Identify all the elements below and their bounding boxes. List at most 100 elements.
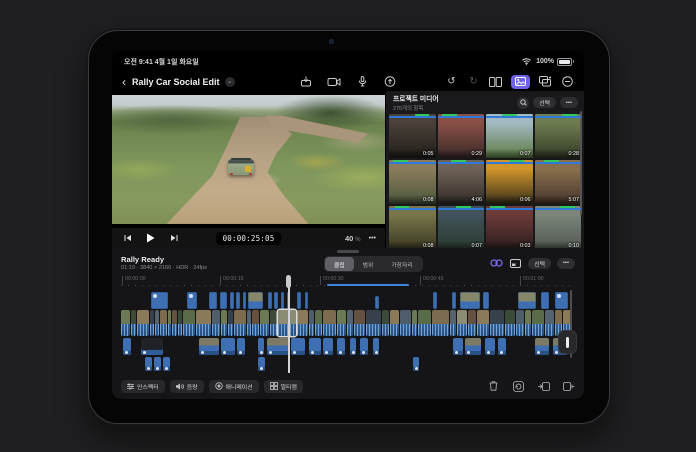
media-thumbnail[interactable]: 5:07 bbox=[535, 160, 582, 204]
primary-clip[interactable] bbox=[347, 310, 353, 336]
viewer-layout-icon[interactable] bbox=[489, 75, 502, 88]
primary-clip[interactable] bbox=[309, 310, 314, 336]
primary-clip[interactable] bbox=[137, 310, 149, 336]
primary-clip[interactable] bbox=[545, 310, 554, 336]
audio-clip[interactable] bbox=[163, 357, 170, 371]
inspector-button[interactable]: 인스펙터 bbox=[121, 380, 165, 393]
primary-clip[interactable] bbox=[297, 310, 308, 336]
connected-clip[interactable] bbox=[248, 292, 263, 309]
media-browser-toggle-icon[interactable] bbox=[511, 75, 530, 89]
primary-clip[interactable] bbox=[323, 310, 336, 336]
primary-clip[interactable] bbox=[228, 310, 233, 336]
primary-clip[interactable] bbox=[457, 310, 467, 336]
primary-clip-selected[interactable] bbox=[278, 310, 296, 336]
connect-clips-icon[interactable] bbox=[490, 257, 503, 270]
media-more-button[interactable]: ••• bbox=[560, 97, 578, 108]
play-icon[interactable] bbox=[144, 232, 157, 245]
primary-clip[interactable] bbox=[247, 310, 251, 336]
connected-clip[interactable] bbox=[555, 292, 568, 309]
connected-clip[interactable] bbox=[274, 292, 278, 309]
media-thumbnail[interactable]: 0:29 bbox=[438, 114, 485, 158]
media-thumbnail[interactable]: 0:07 bbox=[438, 206, 485, 248]
connected-clip[interactable] bbox=[230, 292, 234, 309]
connected-clip[interactable] bbox=[433, 292, 437, 309]
connected-clip[interactable] bbox=[518, 292, 536, 309]
primary-clip[interactable] bbox=[212, 310, 220, 336]
timeline-zoom-handle[interactable] bbox=[558, 330, 577, 354]
media-thumbnail[interactable]: 0:03 bbox=[486, 206, 533, 248]
audio-clip[interactable] bbox=[145, 357, 152, 371]
primary-clip[interactable] bbox=[418, 310, 431, 336]
connected-clip[interactable] bbox=[187, 292, 197, 309]
audio-clip[interactable] bbox=[498, 338, 506, 355]
primary-clip[interactable] bbox=[196, 310, 211, 336]
audio-clip[interactable] bbox=[258, 357, 265, 371]
connected-clip[interactable] bbox=[541, 292, 549, 309]
primary-clip[interactable] bbox=[337, 310, 346, 336]
animation-button[interactable]: 애니메이션 bbox=[209, 380, 259, 393]
redo-icon[interactable]: ↻ bbox=[467, 75, 480, 88]
skip-back-icon[interactable] bbox=[121, 232, 134, 245]
audio-clip[interactable] bbox=[267, 338, 289, 355]
add-overlay-icon[interactable] bbox=[539, 75, 552, 88]
hide-panel-icon[interactable] bbox=[561, 75, 574, 88]
connected-clip[interactable] bbox=[460, 292, 480, 309]
record-voiceover-icon[interactable] bbox=[384, 75, 397, 88]
primary-clip[interactable] bbox=[121, 310, 130, 336]
primary-clip[interactable] bbox=[172, 310, 177, 336]
edit-mode-tab-0[interactable]: 클립 bbox=[325, 257, 354, 271]
primary-clip[interactable] bbox=[260, 310, 269, 336]
connected-clip[interactable] bbox=[151, 292, 168, 309]
primary-clip[interactable] bbox=[160, 310, 167, 336]
media-select-button[interactable]: 선택 bbox=[533, 97, 556, 108]
primary-clip[interactable] bbox=[525, 310, 531, 336]
primary-clip[interactable] bbox=[234, 310, 246, 336]
connected-clip[interactable] bbox=[236, 292, 240, 309]
primary-clip[interactable] bbox=[150, 310, 154, 336]
undo-icon[interactable]: ↺ bbox=[445, 75, 458, 88]
primary-clip[interactable] bbox=[366, 310, 381, 336]
audio-clip[interactable] bbox=[141, 338, 163, 355]
media-thumbnail[interactable]: 0:10 bbox=[535, 206, 582, 248]
audio-clip[interactable] bbox=[337, 338, 345, 355]
primary-clip[interactable] bbox=[490, 310, 504, 336]
audio-clip[interactable] bbox=[258, 338, 264, 355]
timeline-select-button[interactable]: 선택 bbox=[528, 258, 551, 269]
audio-clip[interactable] bbox=[535, 338, 549, 355]
media-thumbnail[interactable]: 0:08 bbox=[389, 160, 436, 204]
primary-clip[interactable] bbox=[400, 310, 411, 336]
connected-clip[interactable] bbox=[281, 292, 284, 309]
primary-clip[interactable] bbox=[155, 310, 159, 336]
audio-clip[interactable] bbox=[373, 338, 379, 355]
media-thumbnail[interactable]: 0:08 bbox=[389, 206, 436, 248]
back-chevron-icon[interactable]: ‹ bbox=[122, 77, 126, 87]
connected-clip[interactable] bbox=[209, 292, 217, 309]
primary-clip[interactable] bbox=[412, 310, 417, 336]
overlay-view-icon[interactable] bbox=[509, 257, 522, 270]
connected-clip[interactable] bbox=[305, 292, 308, 309]
timecode-display[interactable]: 00:00:25:05 bbox=[216, 232, 282, 245]
connected-clip[interactable] bbox=[297, 292, 301, 309]
primary-clip[interactable] bbox=[252, 310, 259, 336]
audio-clip[interactable] bbox=[360, 338, 368, 355]
media-thumbnail[interactable]: 4:06 bbox=[438, 160, 485, 204]
primary-clip[interactable] bbox=[221, 310, 227, 336]
mic-icon[interactable] bbox=[356, 75, 369, 88]
audio-clip[interactable] bbox=[309, 338, 321, 355]
primary-clip[interactable] bbox=[516, 310, 524, 336]
viewer-more-button[interactable]: ••• bbox=[369, 235, 376, 242]
primary-clip[interactable] bbox=[270, 310, 277, 336]
connected-clip[interactable] bbox=[268, 292, 272, 309]
search-icon[interactable] bbox=[517, 97, 529, 109]
audio-clip[interactable] bbox=[154, 357, 161, 371]
primary-clip[interactable] bbox=[390, 310, 399, 336]
playback-speed[interactable]: 40% bbox=[345, 234, 361, 243]
camera-icon[interactable] bbox=[328, 75, 341, 88]
primary-clip[interactable] bbox=[315, 310, 322, 336]
primary-clip[interactable] bbox=[432, 310, 449, 336]
primary-clip[interactable] bbox=[477, 310, 489, 336]
media-thumbnail[interactable]: 0:07 bbox=[486, 114, 533, 158]
primary-clip[interactable] bbox=[382, 310, 389, 336]
audio-clip[interactable] bbox=[123, 338, 131, 355]
primary-clip[interactable] bbox=[183, 310, 195, 336]
